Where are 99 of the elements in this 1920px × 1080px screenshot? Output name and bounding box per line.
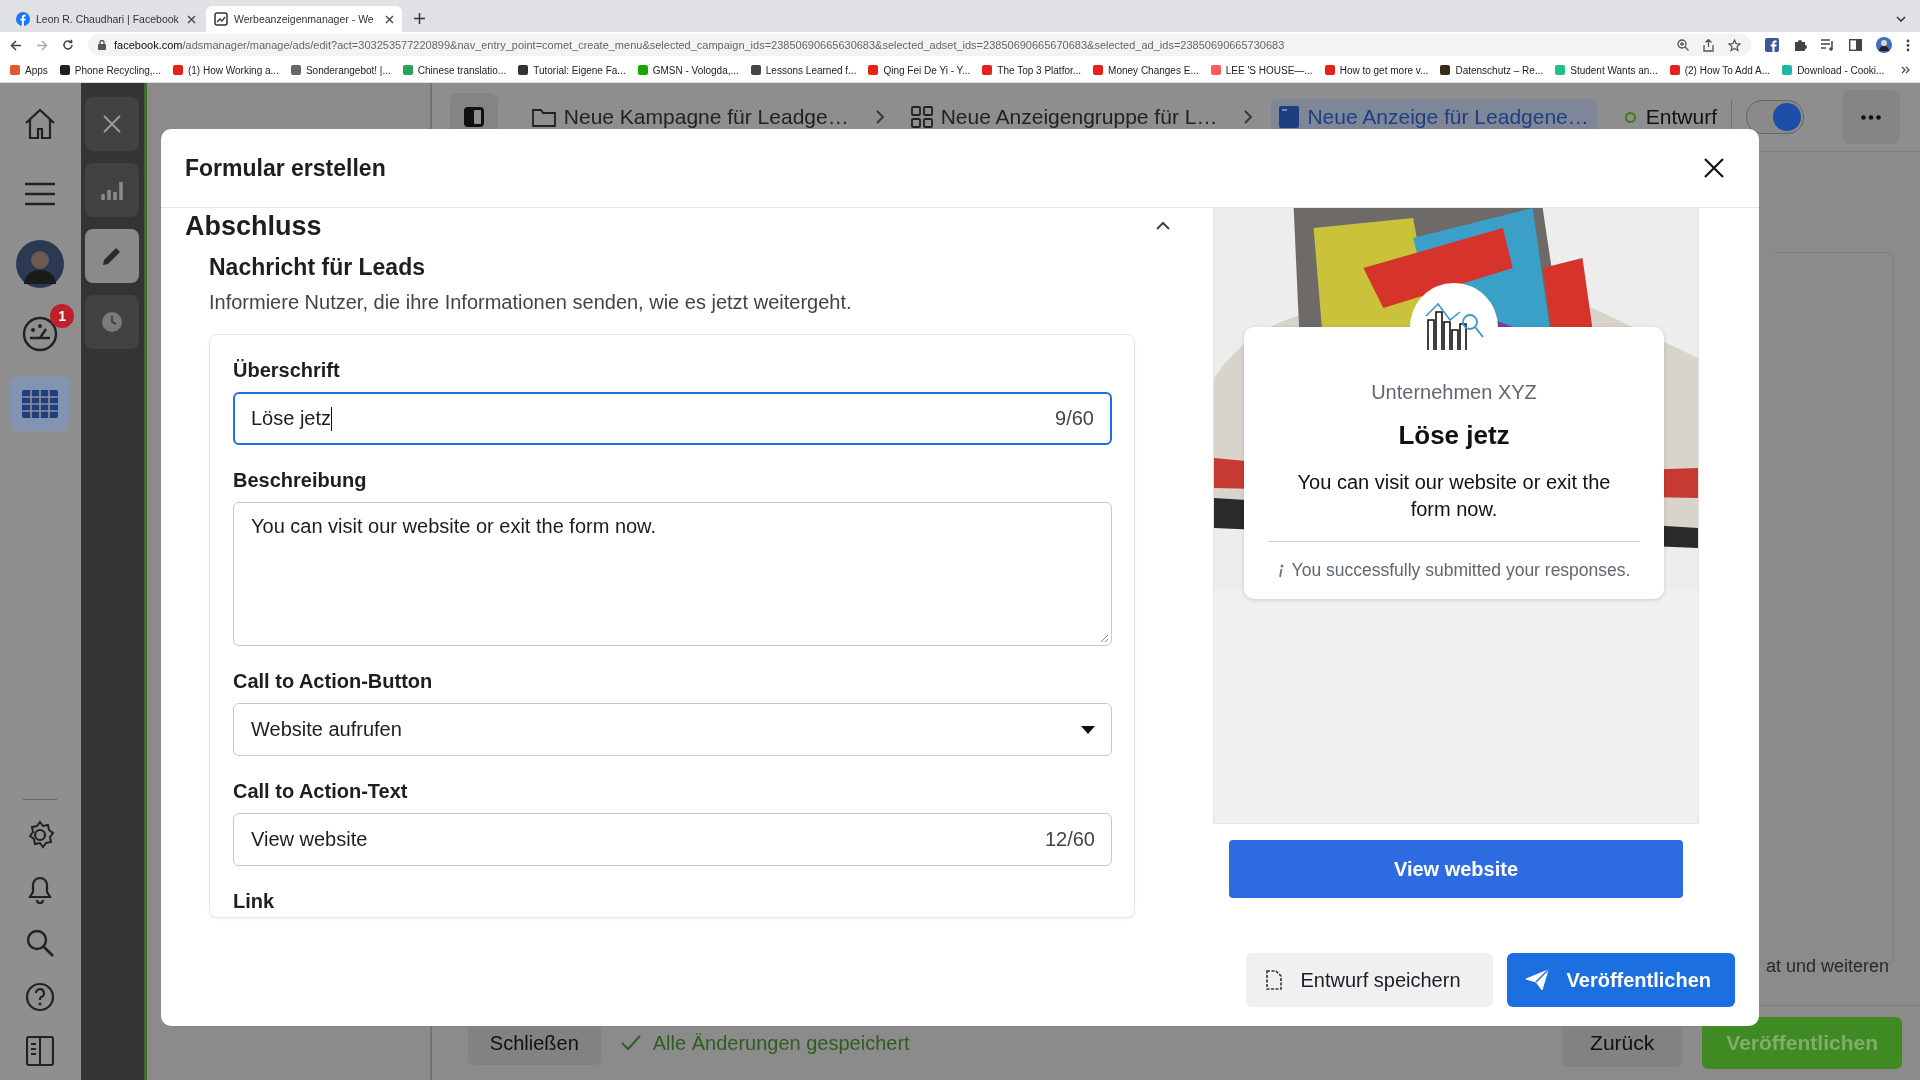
star-icon[interactable] xyxy=(1728,38,1741,52)
grid-icon xyxy=(910,106,933,128)
text-area[interactable]: You can visit our website or exit the form now. xyxy=(233,502,1112,646)
dropdown[interactable]: Website aufrufen xyxy=(233,703,1112,756)
field-label: Link xyxy=(233,890,276,913)
dialog-title: Formular erstellen xyxy=(185,154,386,182)
bookmark[interactable]: The Top 3 Platfor... xyxy=(982,64,1082,76)
new-tab-icon[interactable] xyxy=(414,13,425,24)
bookmark[interactable]: GMSN - Vologda,... xyxy=(637,64,739,76)
breadcrumb-item[interactable]: Neue Anzeigengruppe für L… xyxy=(902,99,1226,135)
chevron-down-icon[interactable] xyxy=(1896,16,1906,22)
chart-tool-button[interactable] xyxy=(85,163,140,217)
table-icon xyxy=(22,390,59,418)
page-icon xyxy=(214,12,228,26)
lock-icon xyxy=(98,40,106,50)
bookmark[interactable]: Lessons Learned f... xyxy=(750,64,857,76)
close-icon xyxy=(103,115,122,133)
folder-icon xyxy=(531,107,556,127)
facebook-icon xyxy=(16,12,30,26)
gauge-icon xyxy=(22,316,59,352)
document-icon xyxy=(1266,970,1283,990)
view-website-button[interactable]: View website xyxy=(1229,840,1683,898)
toggle-switch[interactable] xyxy=(1746,100,1804,134)
background-text: at und weiteren xyxy=(1765,956,1889,977)
description-text: Informiere Nutzer, die ihre Informationen senden, wie es jetzt weitergeht. xyxy=(209,291,853,314)
section-title: Abschluss xyxy=(185,210,322,242)
notification-badge: 1 xyxy=(50,304,75,328)
bookmark[interactable]: Sonderangebot! |... xyxy=(290,64,391,76)
bar-chart-icon xyxy=(101,180,124,200)
menu-icon xyxy=(25,182,56,206)
text-field[interactable]: View website 12/60 xyxy=(233,813,1112,866)
check-icon xyxy=(620,1035,641,1051)
avatar-icon xyxy=(16,240,65,288)
close-icon[interactable] xyxy=(1703,157,1725,179)
bookmark[interactable]: Datenschutz – Re... xyxy=(1440,64,1544,76)
status-label: Entwurf xyxy=(1624,105,1717,129)
bookmark[interactable]: (1) How Working a... xyxy=(172,64,279,76)
close-icon[interactable] xyxy=(385,14,394,24)
field-label: Call to Action-Text xyxy=(233,780,409,803)
bookmark[interactable]: Money Changes E... xyxy=(1093,64,1199,76)
ad-icon xyxy=(1279,106,1300,128)
chevron-right-icon[interactable] xyxy=(1901,66,1910,74)
playlist-icon[interactable] xyxy=(1821,39,1835,51)
bookmark[interactable]: LEE 'S HOUSE—... xyxy=(1210,64,1313,76)
bookmark[interactable]: Apps xyxy=(10,64,48,76)
back-icon[interactable] xyxy=(10,39,22,51)
bookmark[interactable]: Chinese translatio... xyxy=(402,64,507,76)
avatar-icon[interactable] xyxy=(1876,37,1892,53)
address-bar[interactable]: facebook.com/adsmanager/manage/ads/edit?act=303253577220899&nav_entry_point=comet_create_menu&selected_campaign_ids=23850690665630683&selected_adset_ids=23850690665670683&selected_ad_ids=23850690665730683 xyxy=(88,34,1751,56)
subsection-title: Nachricht für Leads xyxy=(209,254,426,281)
reload-icon[interactable] xyxy=(62,39,74,51)
bookmark[interactable]: (2) How To Add A... xyxy=(1669,64,1771,76)
preview-headline: Löse jetz xyxy=(1398,420,1510,451)
puzzle-icon[interactable] xyxy=(1793,38,1807,52)
zoom-icon[interactable] xyxy=(1677,38,1689,51)
close-tool-button[interactable] xyxy=(85,97,140,151)
saved-text: Alle Änderungen gespeichert xyxy=(652,1031,910,1055)
close-icon[interactable] xyxy=(187,14,196,24)
bookmark[interactable]: Qing Fei De Yi - Y... xyxy=(868,64,971,76)
search-icon xyxy=(25,928,56,958)
bookmark[interactable]: How to get more v... xyxy=(1324,64,1429,76)
help-icon xyxy=(25,982,56,1012)
field-label: Überschrift xyxy=(233,359,341,382)
publish-button[interactable]: Veröffentlichen xyxy=(1506,953,1735,1007)
more-icon[interactable] xyxy=(1906,38,1910,52)
sidebar-icon[interactable] xyxy=(1849,39,1862,51)
clock-icon xyxy=(101,311,124,333)
character-count: 12/60 xyxy=(1044,828,1095,851)
pencil-tool-button[interactable] xyxy=(85,229,140,283)
grid-nav-item[interactable] xyxy=(10,377,71,431)
browser-tab[interactable]: Leon R. Chaudhari | Facebook xyxy=(8,6,204,32)
breadcrumb-item[interactable]: Neue Kampagne für Leadge… xyxy=(523,99,857,135)
caret-icon xyxy=(1081,725,1095,734)
chevron-right-icon xyxy=(874,109,885,125)
note-text: You successfully submitted your responses. xyxy=(1291,560,1631,581)
character-count: 9/60 xyxy=(1055,407,1094,430)
bookmark[interactable]: Student Wants an... xyxy=(1555,64,1658,76)
share-icon[interactable] xyxy=(1703,38,1714,52)
info-icon xyxy=(1277,563,1284,578)
field-label: Call to Action-Button xyxy=(233,670,434,693)
preview-description: You can visit our website or exit the form now. xyxy=(1268,469,1640,542)
bookmark[interactable]: Tutorial: Eigene Fa... xyxy=(518,64,626,76)
clock-tool-button[interactable] xyxy=(85,295,140,349)
chevron-up-icon[interactable] xyxy=(1155,221,1171,231)
paper-plane-icon xyxy=(1524,969,1549,991)
bell-icon xyxy=(26,874,55,904)
facebook-extension-icon[interactable] xyxy=(1765,38,1779,52)
bookmark[interactable]: Phone Recycling,... xyxy=(59,64,161,76)
bookmark[interactable]: Download - Cooki... xyxy=(1782,64,1885,76)
browser-tab[interactable]: Werbeanzeigenmanager - We xyxy=(206,6,402,32)
panel-icon xyxy=(26,1036,55,1066)
chevron-right-icon xyxy=(1243,109,1254,125)
panel-icon xyxy=(462,106,485,128)
text-field[interactable]: Löse jetz 9/60 xyxy=(233,392,1112,445)
resize-grip-icon[interactable] xyxy=(1100,634,1109,643)
company-name: Unternehmen XYZ xyxy=(1371,381,1537,404)
field-label: Beschreibung xyxy=(233,469,368,492)
save-draft-button[interactable]: Entwurf speichern xyxy=(1246,953,1493,1007)
more-icon xyxy=(1861,114,1881,120)
